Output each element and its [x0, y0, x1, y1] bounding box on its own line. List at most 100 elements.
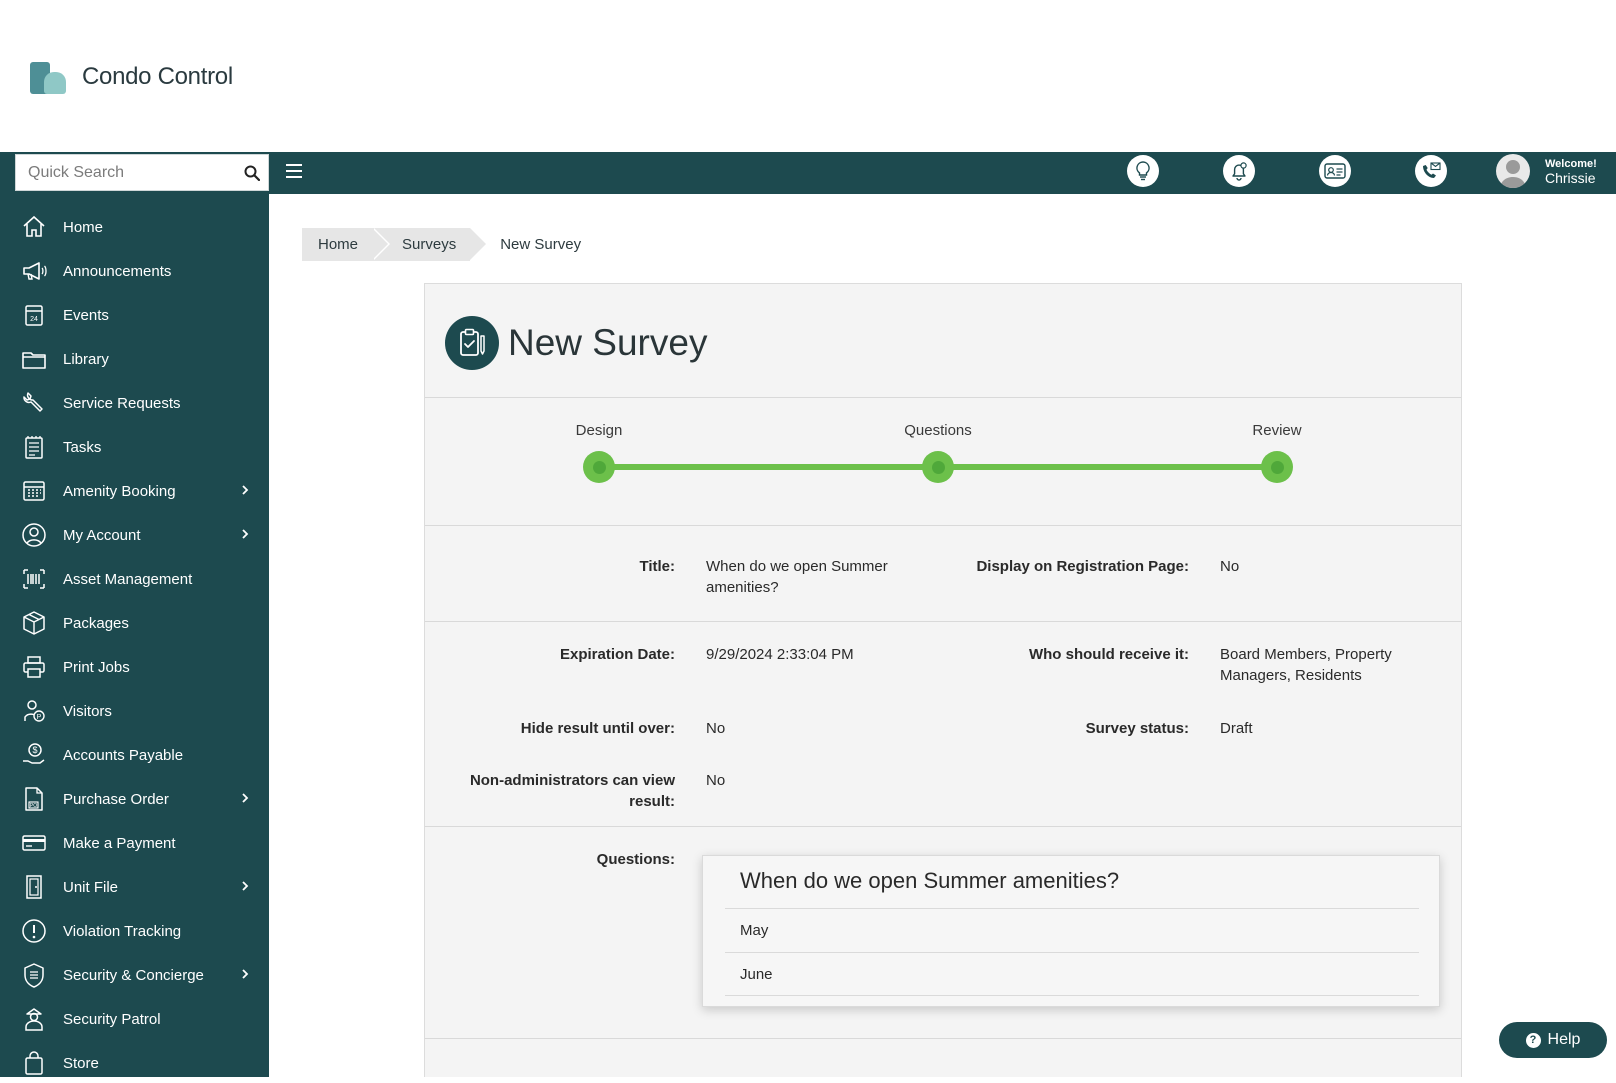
door-icon [20, 873, 48, 901]
help-button[interactable]: ? Help [1499, 1022, 1607, 1058]
sidebar-item-security-patrol[interactable]: Security Patrol [0, 999, 269, 1039]
sidebar-item-events[interactable]: 24 Events [0, 295, 269, 335]
breadcrumb-current-label: New Survey [500, 236, 582, 253]
money-hand-icon: $ [20, 741, 48, 769]
breadcrumb: Home Surveys New Survey [302, 228, 595, 261]
display-registration-label: Display on Registration Page: [976, 558, 1189, 575]
card-header: New Survey [425, 284, 1461, 398]
visitor-icon: P [20, 697, 48, 725]
menu-toggle-icon[interactable] [286, 164, 302, 178]
search-input[interactable] [16, 155, 235, 190]
sidebar-item-print-jobs[interactable]: Print Jobs [0, 647, 269, 687]
svg-text:PO: PO [30, 803, 37, 809]
sidebar-item-store[interactable]: Store [0, 1043, 269, 1083]
progress-steps: Design Questions Review [425, 398, 1461, 526]
hide-result-label: Hide result until over: [520, 720, 675, 737]
details-row-settings: Expiration Date: 9/29/2024 2:33:04 PM Wh… [425, 622, 1461, 827]
sidebar-item-label: Security Patrol [63, 1010, 161, 1028]
nonadmin-view-value: No [706, 772, 726, 789]
wrench-icon [20, 389, 48, 417]
sidebar-item-security-and-concierge[interactable]: Security & Concierge [0, 955, 269, 995]
sidebar-item-label: Tasks [63, 438, 102, 456]
id-card-icon[interactable] [1319, 155, 1351, 187]
welcome-user[interactable]: Welcome! Chrissie [1545, 157, 1597, 185]
svg-text:$: $ [32, 745, 37, 755]
shield-icon [20, 961, 48, 989]
sidebar-item-my-account[interactable]: My Account [0, 515, 269, 555]
megaphone-icon [20, 257, 48, 285]
details-row-title: Title: When do we open Summer amenities?… [425, 526, 1461, 622]
questions-row: Questions: When do we open Summer amenit… [425, 827, 1461, 1039]
sidebar-item-violation-tracking[interactable]: Violation Tracking [0, 911, 269, 951]
sidebar-item-accounts-payable[interactable]: $ Accounts Payable [0, 735, 269, 775]
phone-mail-icon[interactable] [1415, 155, 1447, 187]
question-text: When do we open Summer amenities? [740, 868, 1120, 893]
sidebar-item-asset-management[interactable]: Asset Management [0, 559, 269, 599]
step-label-review: Review [1252, 422, 1302, 439]
question-option: June [725, 952, 1419, 996]
logo[interactable]: Condo Control [28, 60, 233, 94]
chevron-right-icon [241, 528, 249, 543]
sidebar-item-packages[interactable]: Packages [0, 603, 269, 643]
question-option: May [725, 908, 1419, 952]
sidebar-item-visitors[interactable]: P Visitors [0, 691, 269, 731]
chevron-right-icon [241, 880, 249, 895]
svg-text:24: 24 [30, 316, 38, 323]
svg-text:P: P [37, 714, 42, 721]
breadcrumb-home[interactable]: Home [302, 228, 391, 261]
page-title: New Survey [508, 322, 708, 363]
sidebar-item-tasks[interactable]: Tasks [0, 427, 269, 467]
guard-icon [20, 1005, 48, 1033]
shopping-bag-icon [20, 1049, 48, 1077]
survey-card: New Survey Design Questions Review Title… [424, 283, 1462, 1077]
step-dot-review[interactable] [1261, 451, 1293, 483]
sidebar-item-label: Print Jobs [63, 658, 130, 676]
sidebar-item-label: Asset Management [63, 570, 193, 588]
expiration-label: Expiration Date: [559, 646, 675, 663]
sidebar-item-unit-file[interactable]: Unit File [0, 867, 269, 907]
chevron-right-icon [241, 484, 249, 499]
avatar[interactable] [1496, 154, 1530, 188]
title-value: When do we open Summer amenities? [706, 558, 888, 596]
breadcrumb-home-label: Home [318, 236, 359, 253]
sidebar-item-label: Violation Tracking [63, 922, 182, 940]
checklist-icon [20, 433, 48, 461]
survey-status-value: Draft [1220, 720, 1253, 737]
sidebar-item-service-requests[interactable]: Service Requests [0, 383, 269, 423]
package-icon [20, 609, 48, 637]
lightbulb-icon[interactable] [1127, 155, 1159, 187]
search-icon[interactable] [235, 165, 268, 181]
sidebar-item-label: Store [63, 1054, 99, 1072]
sidebar-item-make-a-payment[interactable]: Make a Payment [0, 823, 269, 863]
question-mark-icon: ? [1525, 1032, 1541, 1048]
brand-header: Condo Control [0, 0, 1616, 152]
survey-status-label: Survey status: [1085, 720, 1189, 737]
step-dot-design[interactable] [583, 451, 615, 483]
sidebar-item-announcements[interactable]: Announcements [0, 251, 269, 291]
sidebar-item-home[interactable]: Home [0, 207, 269, 247]
calendar-grid-icon [20, 477, 48, 505]
user-circle-icon [20, 521, 48, 549]
chevron-right-icon [241, 792, 249, 807]
nonadmin-view-label: Non-administrators can view result: [469, 772, 675, 810]
sidebar-item-amenity-booking[interactable]: Amenity Booking [0, 471, 269, 511]
welcome-text: Welcome! [1545, 158, 1597, 170]
help-label: Help [1547, 1031, 1581, 1048]
sidebar-item-purchase-order[interactable]: PO Purchase Order [0, 779, 269, 819]
sidebar-item-label: Home [63, 218, 104, 236]
questions-label: Questions: [596, 851, 675, 868]
step-dot-questions[interactable] [922, 451, 954, 483]
sidebar-item-library[interactable]: Library [0, 339, 269, 379]
sidebar-item-label: Events [63, 306, 109, 324]
step-label-questions: Questions [904, 422, 972, 439]
sidebar-item-label: Packages [63, 614, 129, 632]
brand-name: Condo Control [82, 63, 233, 90]
sidebar-item-label: My Account [63, 526, 141, 544]
sidebar-item-label: Purchase Order [63, 790, 169, 808]
barcode-icon [20, 565, 48, 593]
bell-icon[interactable] [1223, 155, 1255, 187]
sidebar-item-label: Amenity Booking [63, 482, 176, 500]
sidebar-item-label: Security & Concierge [63, 966, 204, 984]
quick-search [15, 154, 269, 191]
chevron-right-icon [241, 968, 249, 983]
